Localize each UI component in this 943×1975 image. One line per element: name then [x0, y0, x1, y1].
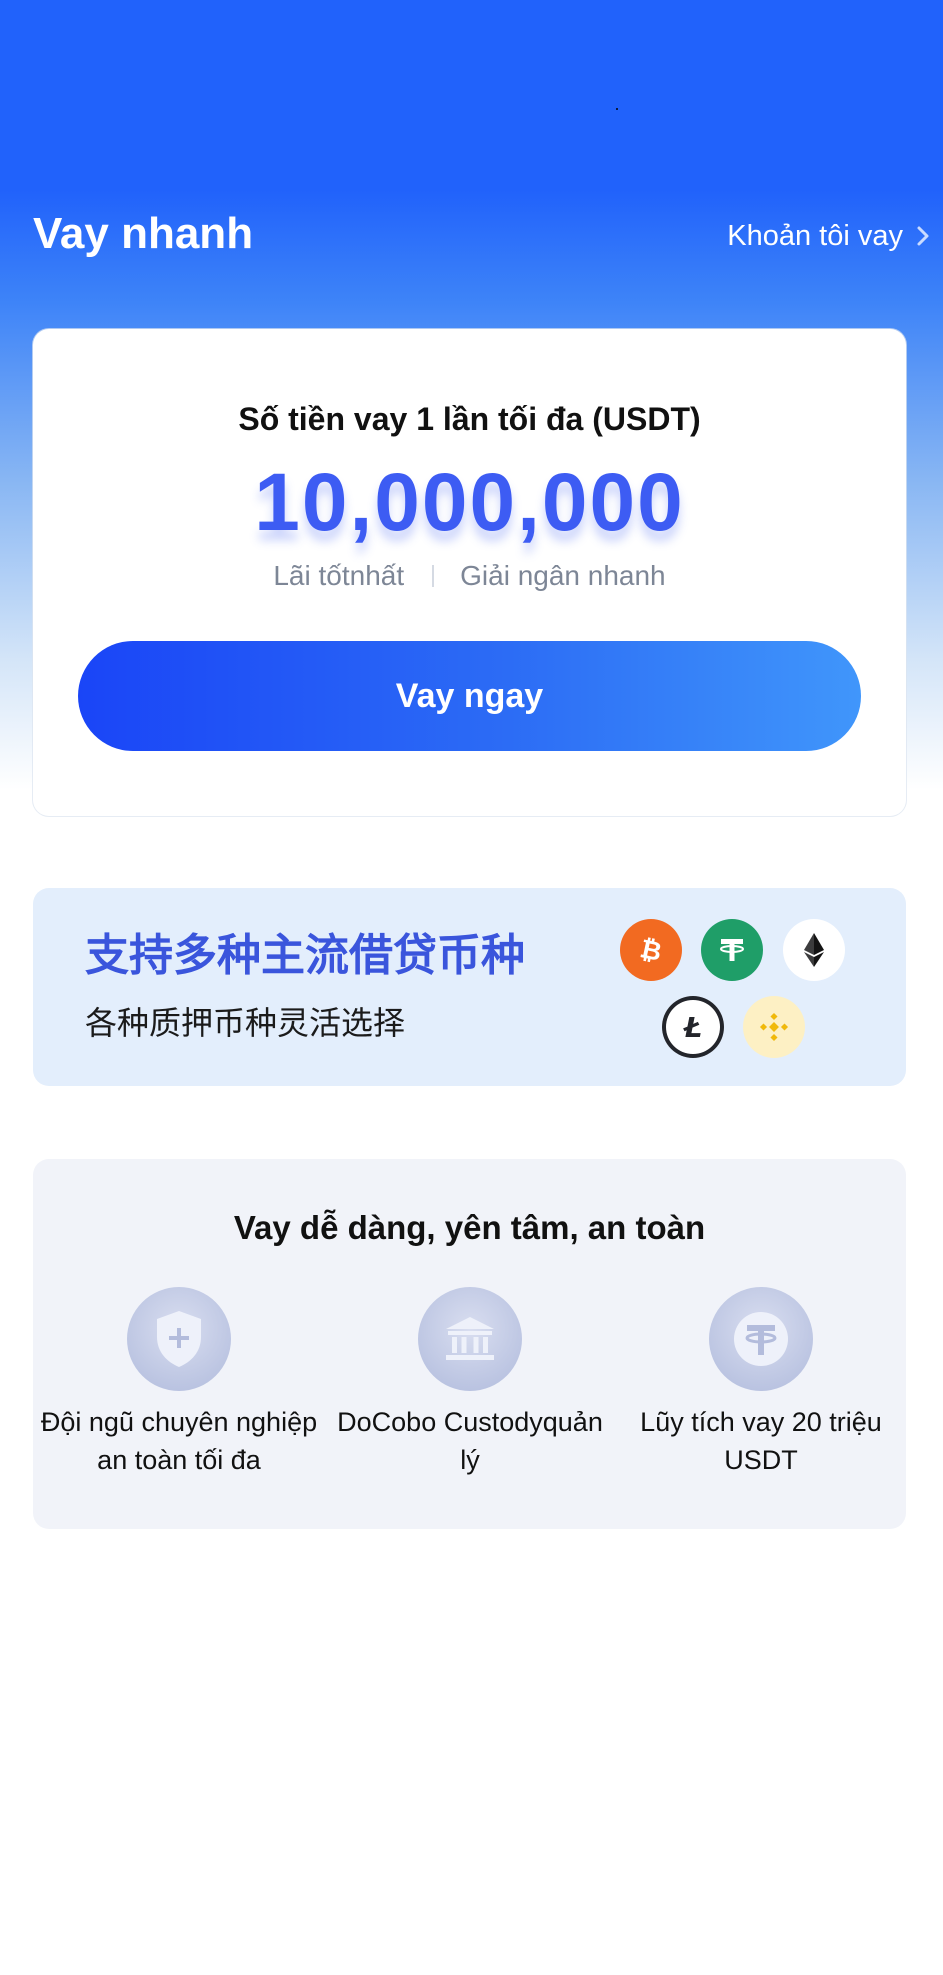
feature-label-line: lý: [460, 1445, 480, 1475]
borrow-now-button[interactable]: Vay ngay: [78, 641, 861, 751]
feature-professional-team: Đội ngũ chuyên nghiệp an toàn tối đa: [34, 1287, 324, 1479]
feature-divider: [432, 565, 435, 587]
feature-label-line: Lũy tích vay 20 triệu: [640, 1407, 882, 1437]
feature-label: DoCobo Custodyquản lý: [325, 1403, 615, 1479]
max-amount-value: 10,000,000: [254, 457, 685, 548]
chevron-right-icon: [913, 221, 933, 251]
feature-best-rate: Lãi tốtnhất: [273, 560, 405, 591]
feature-fast-disbursement: Giải ngân nhanh: [460, 560, 666, 591]
max-amount-heading: Số tiền vay 1 lần tối đa (USDT): [238, 401, 701, 437]
my-loans-link[interactable]: Khoản tôi vay: [727, 218, 933, 254]
binance-coin-icon: [743, 996, 805, 1058]
feature-label: Lũy tích vay 20 triệu USDT: [616, 1403, 906, 1479]
safety-features-panel: Vay dễ dàng, yên tâm, an toàn Đội ngũ ch…: [33, 1159, 906, 1529]
coins-banner-subtitle: 各种质押币种灵活选择: [85, 1005, 406, 1041]
loan-features: Lãi tốtnhất Giải ngân nhanh: [33, 558, 906, 594]
feature-label-line: USDT: [724, 1445, 798, 1475]
feature-custody: DoCobo Custodyquản lý: [325, 1287, 615, 1479]
coins-banner-title: 支持多种主流借贷币种: [85, 931, 525, 980]
feature-label-line: Đội ngũ chuyên nghiệp: [40, 1407, 318, 1437]
page-title: Vay nhanh: [33, 209, 254, 258]
safety-panel-title: Vay dễ dàng, yên tâm, an toàn: [233, 1209, 706, 1246]
bank-icon: [418, 1287, 522, 1391]
tether-icon: [709, 1287, 813, 1391]
feature-cumulative-loans: Lũy tích vay 20 triệu USDT: [616, 1287, 906, 1479]
bitcoin-icon: ₿: [620, 919, 682, 981]
feature-label-line: an toàn tối đa: [97, 1445, 261, 1475]
tether-icon: [701, 919, 763, 981]
my-loans-label: Khoản tôi vay: [727, 220, 903, 252]
svg-text:Ł: Ł: [683, 1011, 702, 1044]
supported-coins-banner: 支持多种主流借贷币种 各种质押币种灵活选择 ₿ Ł: [33, 888, 906, 1086]
feature-label: Đội ngũ chuyên nghiệp an toàn tối đa: [34, 1403, 324, 1479]
feature-label-line: DoCobo Custodyquản: [337, 1407, 603, 1437]
shield-icon: [127, 1287, 231, 1391]
litecoin-icon: Ł: [662, 996, 724, 1058]
ethereum-icon: [783, 919, 845, 981]
status-dot: [616, 108, 618, 110]
loan-card: Số tiền vay 1 lần tối đa (USDT) 10,000,0…: [33, 329, 906, 816]
svg-text:₿: ₿: [637, 934, 664, 968]
